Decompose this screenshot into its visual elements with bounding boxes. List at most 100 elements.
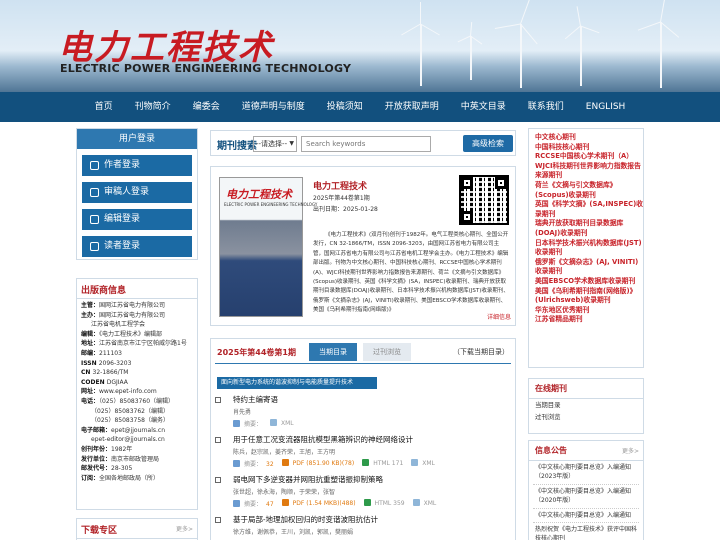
publisher-info-value: 32-1866/TM (92, 369, 129, 377)
indexing-item[interactable]: 美国EBSCO学术数据库收录期刊 (529, 277, 643, 287)
author-login-button[interactable]: 作者登录 (82, 155, 192, 176)
nav-home[interactable]: 首页 (84, 92, 124, 122)
journal-date: 出刊日期：2025-01-28 (313, 206, 378, 213)
reviewer-login-button[interactable]: 审稿人登录 (82, 182, 192, 203)
logo-english: ELECTRIC POWER ENGINEERING TECHNOLOGY (60, 62, 352, 75)
indexing-item[interactable]: 华东地区优秀期刊 (529, 306, 643, 316)
article-title[interactable]: 用于任意工况变流器阻抗模型黑箱辨识的神经网络设计 (233, 434, 413, 445)
article-checkbox[interactable] (215, 517, 221, 523)
online-current-contents-link[interactable]: 当期目录 (529, 399, 643, 411)
notice-item[interactable]: 《中文核心期刊要目总览》入编通知（2020年版） (529, 487, 643, 506)
html-icon (362, 459, 370, 466)
nav-about[interactable]: 刊物简介 (124, 92, 182, 122)
publisher-info-value: （025）85083762（编辑） (91, 407, 169, 415)
tab-past-issues[interactable]: 过刊浏览 (363, 343, 411, 361)
download-contents-link[interactable]: （下载当期目录） (453, 347, 509, 357)
notices-list: 《中文核心期刊要目总览》入编通知（2023年版） 《中文核心期刊要目总览》入编通… (529, 461, 643, 540)
article-title[interactable]: 基于局部-地理加权回归的时变谐波阻抗估计 (233, 514, 378, 525)
article-item: 特约主编寄语 肖先勇 摘要： XML (215, 393, 511, 435)
indexing-item[interactable]: 美国《乌利希期刊指南(网络版)》(Ulrichsweb)收录期刊 (529, 287, 643, 306)
indexing-item[interactable]: 江苏省精品期刊 (529, 315, 643, 325)
indexing-item[interactable]: 英国《科学文摘》(SA,INSPEC)收录期刊 (529, 200, 643, 219)
journal-cover-image[interactable]: 电力工程技术 ELECTRIC POWER ENGINEERING TECHNO… (219, 177, 317, 317)
search-input[interactable] (301, 136, 431, 152)
tab-current-contents[interactable]: 当期目录 (309, 343, 357, 361)
xml-icon (270, 419, 278, 426)
nav-ethics[interactable]: 道德声明与制度 (231, 92, 316, 122)
publisher-info-value: epet-editor@jjournals.cn (91, 436, 165, 444)
indexing-item[interactable]: RCCSE中国核心学术期刊（A） (529, 152, 643, 162)
abstract-count: 47 (266, 501, 274, 508)
article-meta: 摘要： 32 PDF (851.90 KB)(78) HTML 171 XML (233, 459, 443, 468)
publisher-info-value: 1982年 (111, 445, 133, 453)
indexing-list-panel: 中文核心期刊 中国科技核心期刊 RCCSE中国核心学术期刊（A） WJCI科技期刊世界… (528, 128, 644, 368)
nav-submission[interactable]: 投稿须知 (316, 92, 374, 122)
notice-item[interactable]: 热烈祝贺《电力工程技术》获评中国科技核心期刊 (529, 525, 643, 540)
advanced-search-button[interactable]: 高级检索 (463, 135, 513, 152)
publisher-info-row: 创刊年份：1982年 (77, 445, 197, 455)
abstract-link[interactable]: 摘要： 47 (233, 499, 278, 508)
article-item: 用于任意工况变流器阻抗模型黑箱辨识的神经网络设计 陈兵，赵宗凯，姜齐荣，王旭，王… (215, 433, 511, 475)
publisher-info-row: 邮发代号：28-305 (77, 464, 197, 474)
indexing-item[interactable]: 瑞典开放获取期刊目录数据库(DOAJ)收录期刊 (529, 219, 643, 238)
indexing-item[interactable]: 中文核心期刊 (529, 133, 643, 143)
nav-editorial-board[interactable]: 编委会 (182, 92, 231, 122)
publisher-info-value: （025）85083760（编辑） (99, 397, 175, 405)
user-icon (90, 242, 99, 251)
xml-link[interactable]: XML (270, 419, 298, 428)
publisher-info-key: 主管： (81, 302, 100, 309)
download-more-link[interactable]: 更多> (176, 524, 193, 533)
nav-english[interactable]: ENGLISH (575, 92, 637, 122)
indexing-item[interactable]: 荷兰《文摘与引文数据库》(Scopus)收录期刊 (529, 181, 643, 200)
nav-contact[interactable]: 联系我们 (517, 92, 575, 122)
html-link[interactable]: HTML 171 (362, 459, 407, 468)
publisher-info-key: 邮编： (81, 349, 100, 357)
article-title[interactable]: 弱电网下多逆变器并网阻抗重塑谐振抑制策略 (233, 474, 383, 485)
abstract-link[interactable]: 摘要： (233, 419, 266, 428)
abstract-link[interactable]: 摘要： 32 (233, 459, 278, 468)
publisher-info-value: 国网江苏省电力有限公司 (99, 302, 166, 309)
search-field-select[interactable]: --请选择-- ▼ (253, 136, 297, 152)
publisher-info-value: www.epet-info.com (99, 388, 157, 396)
notice-item[interactable]: 《中文核心期刊要目总览》入编通知 (529, 511, 643, 520)
abstract-label: 摘要： (244, 461, 263, 468)
editor-login-button[interactable]: 编辑登录 (82, 209, 192, 230)
publisher-info-value: 国网江苏省电力有限公司 (99, 311, 166, 319)
pdf-link[interactable]: PDF (1.54 MKB)(488) (281, 499, 360, 508)
online-past-issues-link[interactable]: 过刊浏览 (529, 411, 643, 423)
nav-contents[interactable]: 中英文目录 (450, 92, 517, 122)
publisher-info-value: 2096-3203 (98, 359, 132, 367)
article-checkbox[interactable] (215, 477, 221, 483)
cover-title: 电力工程技术 (226, 188, 292, 201)
online-journal-title: 在线期刊 (529, 379, 643, 399)
indexing-item[interactable]: 中国科技核心期刊 (529, 143, 643, 153)
article-checkbox[interactable] (215, 437, 221, 443)
indexing-item[interactable]: 日本科学技术振兴机构数据库(JST)收录期刊 (529, 239, 643, 258)
nav-open-access[interactable]: 开放获取声明 (374, 92, 450, 122)
html-link[interactable]: HTML 359 (363, 499, 409, 508)
publisher-info-value: （025）85083758（编务） (91, 417, 169, 425)
indexing-item[interactable]: WJCI科技期刊世界影响力指数报告来源期刊 (529, 162, 643, 181)
notice-item[interactable]: 《中文核心期刊要目总览》入编通知（2023年版） (529, 463, 643, 482)
user-icon (90, 188, 99, 197)
section-heading: 面向新型电力系统的谐波抑制与电能质量提升技术 (217, 377, 377, 389)
publisher-info-row: epet-editor@jjournals.cn (77, 435, 197, 445)
reader-login-button[interactable]: 读者登录 (82, 236, 192, 257)
publisher-info-row: 网址：www.epet-info.com (77, 387, 197, 397)
article-checkbox[interactable] (215, 397, 221, 403)
xml-link[interactable]: XML (412, 499, 441, 508)
article-title[interactable]: 特约主编寄语 (233, 394, 278, 405)
publisher-info-key: CN (81, 369, 93, 377)
notices-panel: 信息公告 更多> 《中文核心期刊要目总览》入编通知（2023年版） 《中文核心期刊… (528, 440, 644, 540)
journal-details-link[interactable]: 详细信息 (487, 312, 511, 321)
xml-icon (412, 499, 420, 506)
xml-link[interactable]: XML (411, 459, 439, 468)
divider (215, 363, 511, 364)
journal-search-bar: 期刊搜索 --请选择--▼ 高级检索 (210, 130, 516, 156)
publisher-info-row: CN 32-1866/TM (77, 368, 197, 378)
pdf-link[interactable]: PDF (851.90 KB)(78) (281, 459, 359, 468)
page: 电力工程技术 ELECTRIC POWER ENGINEERING TECHNO… (0, 0, 720, 540)
article-authors: 张世超，徐永海，陶顺，于荣荣，张智 (233, 489, 336, 496)
indexing-item[interactable]: 俄罗斯《文摘杂志》(AJ, VINITI)收录期刊 (529, 258, 643, 277)
notices-more-link[interactable]: 更多> (622, 446, 639, 455)
